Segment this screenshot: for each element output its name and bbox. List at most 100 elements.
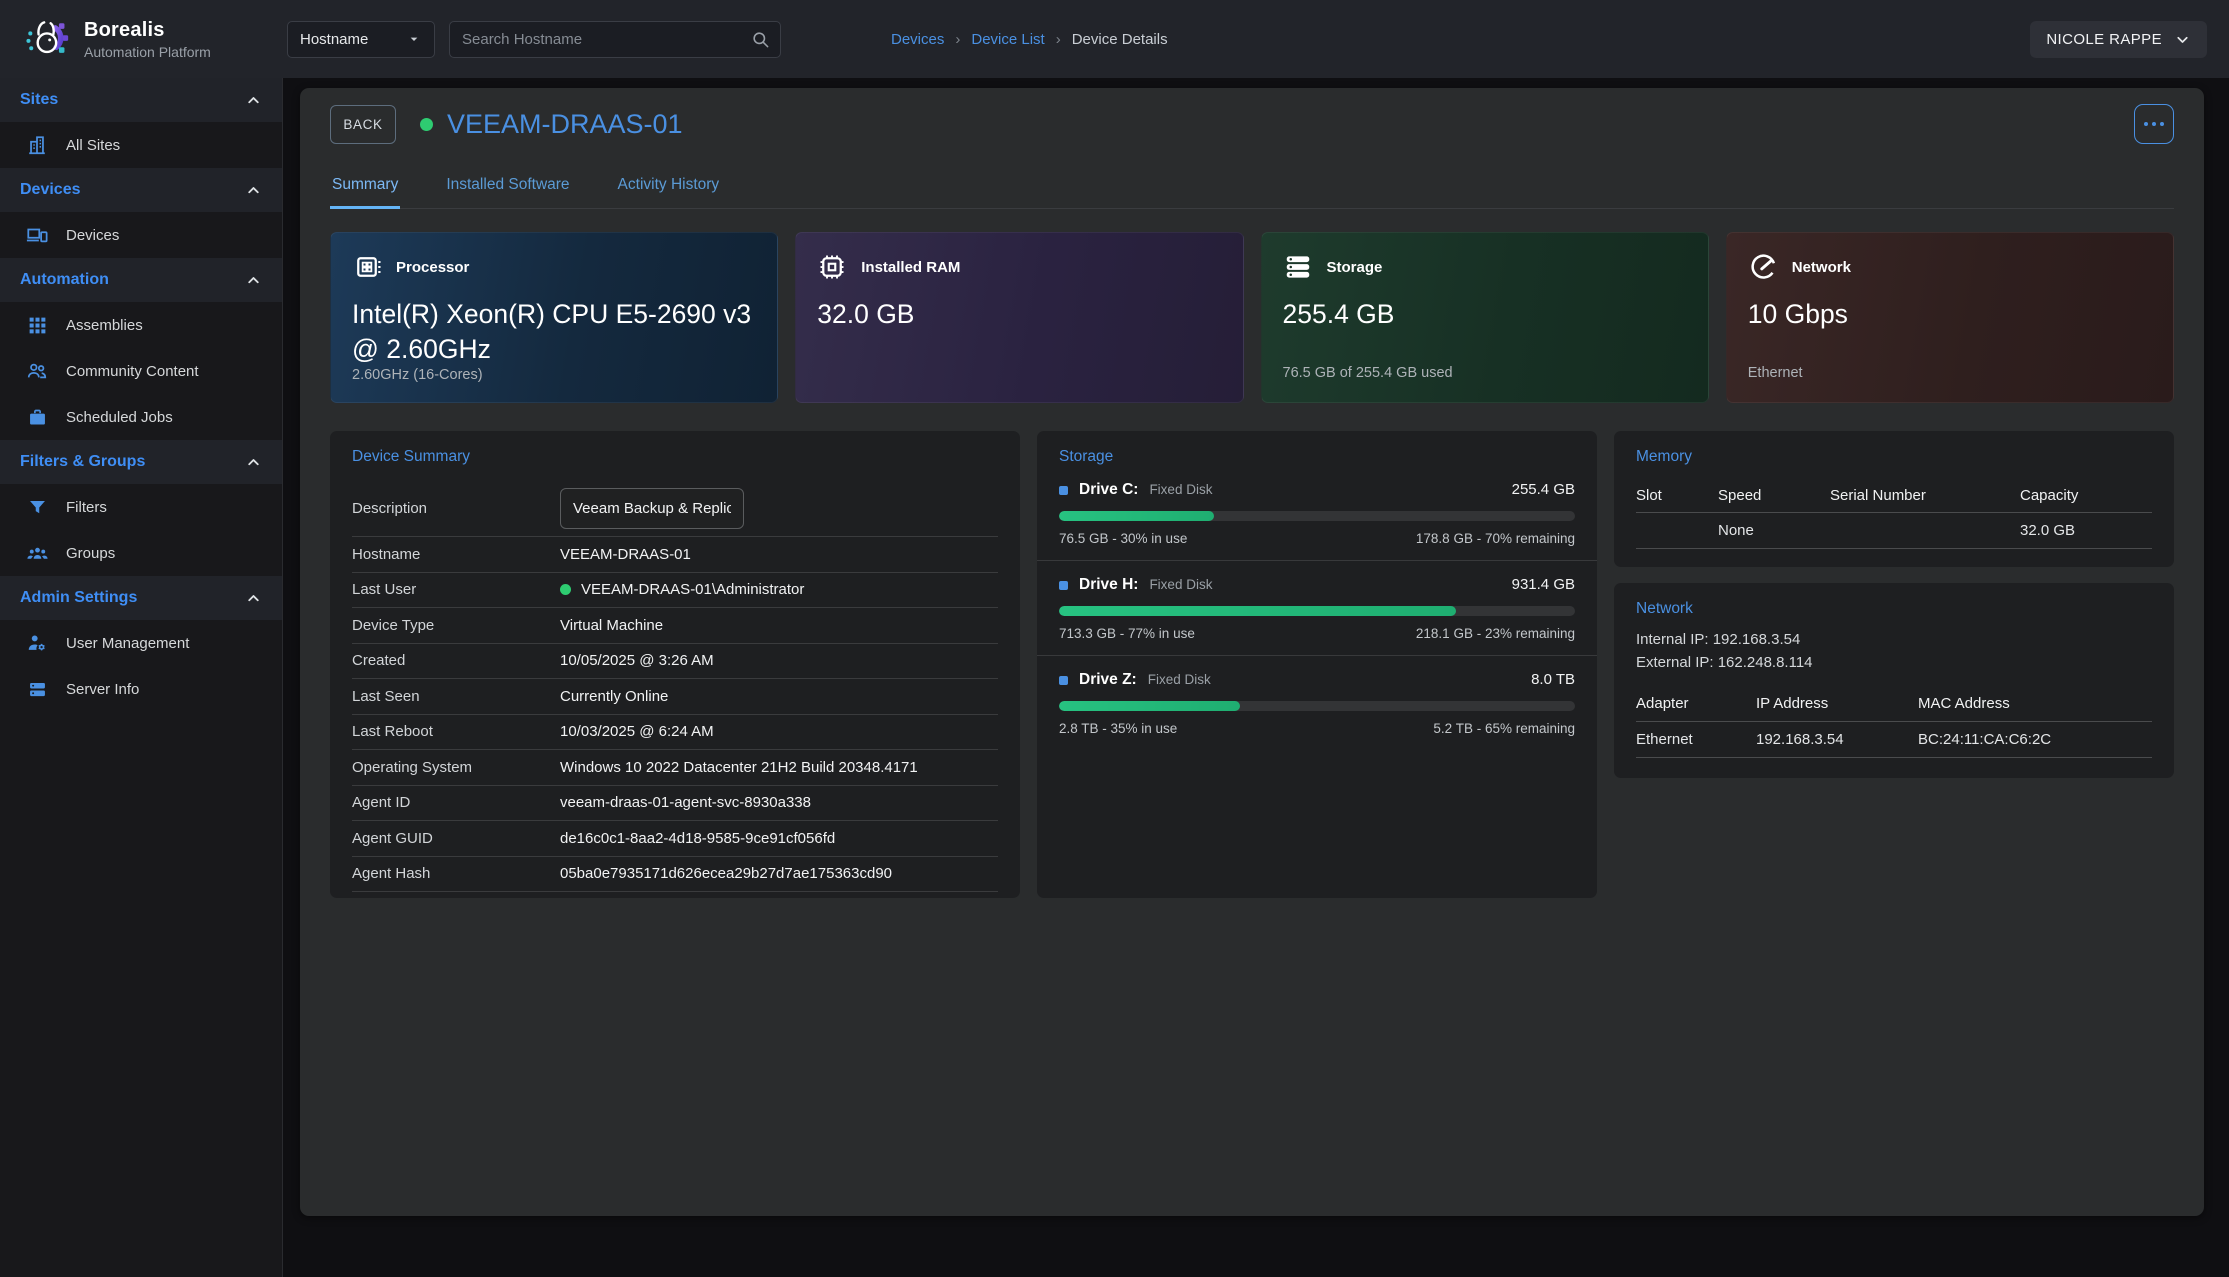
summary-row-description: Description [352,480,998,537]
sidebar-item-devices[interactable]: Devices [0,212,282,258]
breadcrumb-device-details: Device Details [1072,31,1168,48]
summary-row-last-reboot: Last Reboot 10/03/2025 @ 6:24 AM [352,715,998,751]
caret-down-icon [406,31,422,47]
stat-card-processor: Processor Intel(R) Xeon(R) CPU E5-2690 v… [330,232,778,403]
title-row: BACK VEEAM-DRAAS-01 [330,104,2174,144]
description-input[interactable] [560,488,744,529]
sidebar-item-server-info[interactable]: Server Info [0,666,282,712]
panel-title: Network [1614,600,2174,618]
device-details-card: BACK VEEAM-DRAAS-01 Summary Installed So… [300,88,2204,1216]
storage-panel: Storage Drive C: Fixed Disk 255.4 GB [1037,431,1597,898]
sidebar-item-label: User Management [66,635,189,652]
tab-bar: Summary Installed Software Activity Hist… [330,170,2174,209]
user-group-icon [25,542,49,565]
sidebar-item-filters[interactable]: Filters [0,484,282,530]
drive-row-h: Drive H: Fixed Disk 931.4 GB 713.3 GB - … [1037,561,1597,656]
tab-installed-software[interactable]: Installed Software [444,170,571,209]
building-icon [25,134,49,156]
stat-card-footer [817,365,1221,383]
sidebar-item-groups[interactable]: Groups [0,530,282,576]
section-label: Automation [20,271,109,289]
sidebar-item-all-sites[interactable]: All Sites [0,122,282,168]
hostname-filter-dropdown[interactable]: Hostname [287,21,435,58]
tab-activity-history[interactable]: Activity History [616,170,722,209]
cpu-icon [352,252,382,282]
panel-title: Device Summary [330,448,1020,466]
stat-card-value: 32.0 GB [817,297,1221,332]
network-table: Adapter IP Address MAC Address Ethernet … [1636,687,2152,762]
tab-summary[interactable]: Summary [330,170,400,209]
stat-card-value: Intel(R) Xeon(R) CPU E5-2690 v3 @ 2.60GH… [352,297,756,367]
section-header-filters-groups[interactable]: Filters & Groups [0,440,282,484]
breadcrumb-separator: › [955,31,960,48]
app-logo: Borealis Automation Platform [0,15,283,63]
section-header-automation[interactable]: Automation [0,258,282,302]
section-header-admin-settings[interactable]: Admin Settings [0,576,282,620]
section-header-devices[interactable]: Devices [0,168,282,212]
device-summary-table: Description Hostname VEEAM-DRAAS-01 Last… [330,480,1020,892]
online-status-dot [560,584,571,595]
summary-row-created: Created 10/05/2025 @ 3:26 AM [352,644,998,680]
sidebar-item-user-management[interactable]: User Management [0,620,282,666]
network-panel: Network Internal IP: 192.168.3.54 Extern… [1614,583,2174,778]
storage-stack-icon [1283,252,1313,282]
sidebar-item-label: Groups [66,545,115,562]
memory-row: None 32.0 GB [1636,512,2152,549]
summary-row-last-user: Last User VEEAM-DRAAS-01\Administrator [352,573,998,609]
sidebar-item-community-content[interactable]: Community Content [0,348,282,394]
summary-row-agent-hash: Agent Hash 05ba0e7935171d626ecea29b27d7a… [352,857,998,893]
sidebar-item-label: Assemblies [66,317,143,334]
drive-row-c: Drive C: Fixed Disk 255.4 GB 76.5 GB - 3… [1037,466,1597,561]
stat-card-value: 10 Gbps [1748,297,2152,332]
right-panel-column: Memory Slot Speed Serial Number Capacity… [1614,431,2174,778]
internal-ip: Internal IP: 192.168.3.54 [1636,628,2152,651]
sidebar: Sites All Sites Devices Devices [0,78,283,1277]
drive-remaining-label: 218.1 GB - 23% remaining [1416,626,1575,641]
device-summary-panel: Device Summary Description Hostname VEEA… [330,431,1020,898]
hostname-filter-value: Hostname [300,31,368,48]
search-input[interactable] [462,31,751,48]
chevron-down-icon [2174,31,2191,48]
sidebar-item-label: Devices [66,227,119,244]
user-gear-icon [25,632,49,654]
column-header: Capacity [2020,487,2152,504]
breadcrumb-device-list[interactable]: Device List [971,31,1044,48]
column-header: Serial Number [1830,487,2020,504]
user-menu[interactable]: NICOLE RAPPE [2030,21,2207,58]
section-label: Admin Settings [20,589,137,607]
brand-tagline: Automation Platform [84,44,211,60]
search-icon[interactable] [751,30,770,49]
stat-card-title: Installed RAM [861,259,960,276]
content-area: BACK VEEAM-DRAAS-01 Summary Installed So… [283,78,2229,1277]
grid-icon [25,315,49,336]
section-label: Devices [20,181,81,199]
breadcrumb-devices[interactable]: Devices [891,31,944,48]
drive-used-label: 2.8 TB - 35% in use [1059,721,1177,736]
drive-bullet-icon [1059,676,1068,685]
ellipsis-icon [2144,122,2149,127]
drive-usage-bar [1059,701,1575,711]
sidebar-item-label: All Sites [66,137,120,154]
sidebar-item-label: Scheduled Jobs [66,409,173,426]
row-label: Description [352,500,560,517]
column-header: MAC Address [1918,695,2152,712]
brand-name: Borealis [84,19,211,42]
sidebar-item-label: Server Info [66,681,139,698]
section-header-sites[interactable]: Sites [0,78,282,122]
stat-card-footer: Ethernet [1748,365,2152,383]
drive-remaining-label: 5.2 TB - 65% remaining [1433,721,1575,736]
column-header: Slot [1636,487,1718,504]
back-button[interactable]: BACK [330,105,396,144]
funnel-icon [25,497,49,518]
memory-panel: Memory Slot Speed Serial Number Capacity… [1614,431,2174,567]
panel-title: Memory [1614,448,2174,466]
more-options-button[interactable] [2134,104,2174,144]
online-status-dot [420,118,433,131]
stat-card-title: Network [1792,259,1851,276]
stat-card-installed-ram: Installed RAM 32.0 GB [795,232,1243,403]
sidebar-item-assemblies[interactable]: Assemblies [0,302,282,348]
stat-card-storage: Storage 255.4 GB 76.5 GB of 255.4 GB use… [1261,232,1709,403]
sidebar-item-scheduled-jobs[interactable]: Scheduled Jobs [0,394,282,440]
server-icon [25,679,49,700]
summary-row-hostname: Hostname VEEAM-DRAAS-01 [352,537,998,573]
